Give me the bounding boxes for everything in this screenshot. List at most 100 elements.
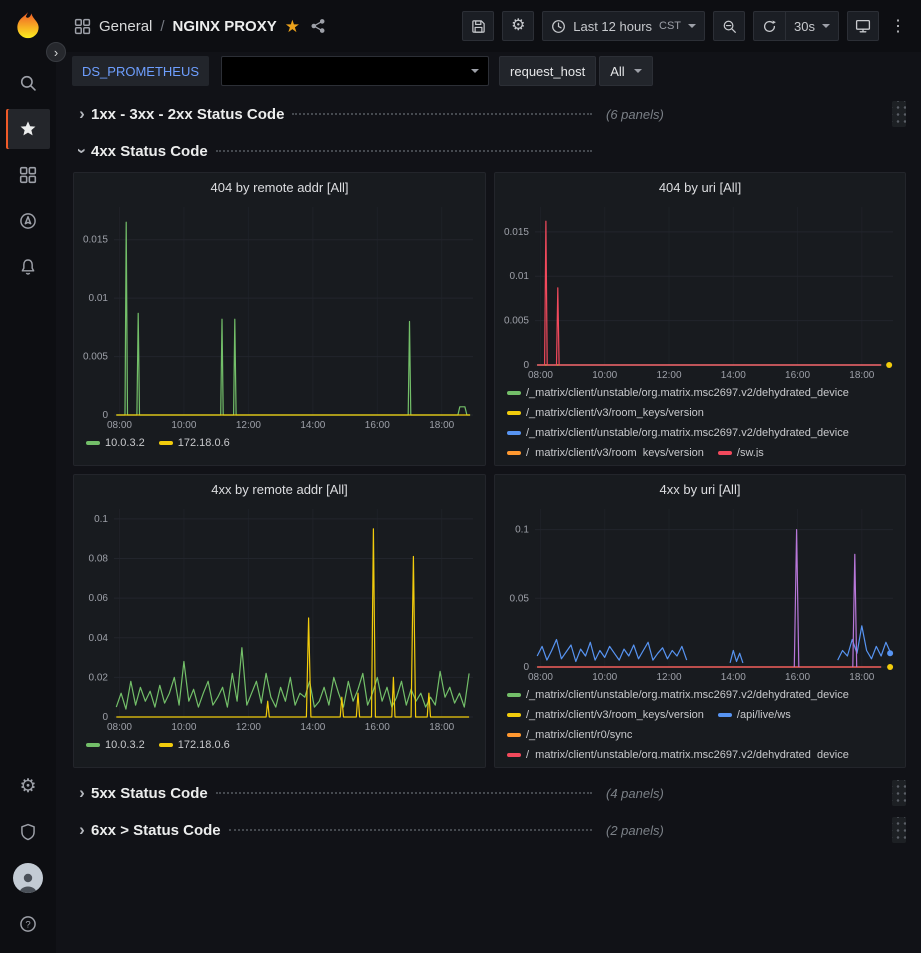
legend-item[interactable]: /_matrix/client/unstable/org.matrix.msc2… <box>507 383 849 403</box>
panel-title[interactable]: 4xx by remote addr [All] <box>78 475 481 503</box>
sidebar-item-starred[interactable] <box>6 109 50 149</box>
panel-title[interactable]: 404 by remote addr [All] <box>78 173 481 201</box>
legend-label: /_matrix/client/v3/room_keys/version <box>526 705 704 725</box>
sidebar-item-search[interactable] <box>6 63 50 103</box>
share-icon[interactable] <box>310 18 326 34</box>
sidebar-item-settings[interactable]: ⚙ <box>6 766 50 806</box>
legend-label: /_matrix/client/unstable/org.matrix.msc2… <box>526 383 849 403</box>
dashboard-title[interactable]: NGINX PROXY <box>173 18 277 35</box>
svg-text:08:00: 08:00 <box>107 722 132 733</box>
svg-text:0: 0 <box>102 410 108 421</box>
svg-text:14:00: 14:00 <box>300 722 325 733</box>
timezone-label: CST <box>659 20 681 32</box>
legend-item[interactable]: /_matrix/client/unstable/org.matrix.msc2… <box>507 745 849 759</box>
dashboard-body: › 1xx - 3xx - 2xx Status Code (6 panels)… <box>56 90 921 953</box>
zoom-out-button[interactable] <box>713 11 745 41</box>
svg-text:10:00: 10:00 <box>592 672 617 683</box>
panel-title[interactable]: 4xx by uri [All] <box>499 475 901 503</box>
panel-legend: /_matrix/client/unstable/org.matrix.msc2… <box>499 683 901 759</box>
save-icon <box>471 19 486 34</box>
dotted-leader <box>216 150 592 152</box>
request-host-value-select[interactable]: All <box>599 56 652 86</box>
refresh-interval-label: 30s <box>794 19 815 34</box>
legend-item[interactable]: /_matrix/client/unstable/org.matrix.msc2… <box>507 423 849 443</box>
row-panel-count: (2 panels) <box>606 823 664 838</box>
sidebar-item-dashboards[interactable] <box>6 155 50 195</box>
svg-text:?: ? <box>25 919 30 930</box>
sidebar-item-alerting[interactable] <box>6 247 50 287</box>
legend-item[interactable]: 10.0.3.2 <box>86 433 145 453</box>
tv-mode-button[interactable] <box>847 11 879 41</box>
refresh-interval-picker[interactable]: 30s <box>785 11 839 41</box>
panel-404-by-uri: 404 by uri [All] 08:0010:0012:0014:0016:… <box>494 172 906 466</box>
chart-404-by-uri[interactable]: 08:0010:0012:0014:0016:0018:0000.0050.01… <box>499 201 901 381</box>
grafana-logo[interactable] <box>11 10 45 44</box>
sidebar-item-profile[interactable] <box>6 858 50 898</box>
legend-item[interactable]: /_matrix/client/r0/sync <box>507 725 632 745</box>
legend-item[interactable]: /_matrix/client/v3/room_keys/version <box>507 403 704 423</box>
legend-item[interactable]: /_matrix/client/unstable/org.matrix.msc2… <box>507 685 849 705</box>
legend-item[interactable]: /_matrix/client/v3/room_keys/version <box>507 443 704 457</box>
breadcrumb-folder[interactable]: General <box>99 18 152 35</box>
svg-text:10:00: 10:00 <box>592 370 617 381</box>
avatar <box>13 863 43 893</box>
request-host-label[interactable]: request_host <box>499 56 596 86</box>
svg-text:0: 0 <box>102 712 108 723</box>
legend-color-chip <box>507 431 521 435</box>
dashboard-squares-icon <box>74 18 91 35</box>
legend-item[interactable]: /sw.js <box>718 443 764 457</box>
zoom-out-icon <box>722 19 737 34</box>
legend-label: /_matrix/client/unstable/org.matrix.msc2… <box>526 685 849 705</box>
svg-text:0.08: 0.08 <box>89 554 109 565</box>
legend-label: /_matrix/client/r0/sync <box>526 725 632 745</box>
refresh-button[interactable] <box>753 11 785 41</box>
row-drag-handle[interactable] <box>892 817 906 843</box>
datasource-variable-value[interactable] <box>221 56 489 86</box>
panels-grid: 404 by remote addr [All] 08:0010:0012:00… <box>73 172 906 768</box>
svg-text:10:00: 10:00 <box>171 420 196 431</box>
svg-text:0.1: 0.1 <box>515 525 529 536</box>
sidebar-collapse-button[interactable]: › <box>46 42 66 62</box>
main-area: General / NGINX PROXY ★ ⚙ Last 12 hours … <box>56 0 921 953</box>
row-6xx[interactable]: › 6xx > Status Code (2 panels) <box>73 815 906 845</box>
legend-color-chip <box>507 733 521 737</box>
svg-text:0.02: 0.02 <box>89 672 109 683</box>
row-4xx[interactable]: › 4xx Status Code <box>73 136 906 166</box>
sidebar-item-server-admin[interactable] <box>6 812 50 852</box>
legend-color-chip <box>86 743 100 747</box>
save-dashboard-button[interactable] <box>462 11 494 41</box>
time-range-picker[interactable]: Last 12 hours CST <box>542 11 705 41</box>
svg-text:12:00: 12:00 <box>236 722 261 733</box>
svg-text:08:00: 08:00 <box>528 370 553 381</box>
legend-label: 10.0.3.2 <box>105 735 145 755</box>
dashboard-settings-button[interactable]: ⚙ <box>502 11 534 41</box>
datasource-variable-label[interactable]: DS_PROMETHEUS <box>72 56 209 86</box>
legend-color-chip <box>86 441 100 445</box>
legend-item[interactable]: 172.18.0.6 <box>159 433 230 453</box>
row-title-wrap: 5xx Status Code <box>91 785 596 802</box>
user-silhouette-icon <box>16 869 40 893</box>
refresh-icon <box>762 19 777 34</box>
bell-icon <box>19 258 37 276</box>
legend-item[interactable]: /_matrix/client/v3/room_keys/version <box>507 705 704 725</box>
row-drag-handle[interactable] <box>892 101 906 127</box>
svg-text:0.1: 0.1 <box>94 514 108 525</box>
legend-item[interactable]: 10.0.3.2 <box>86 735 145 755</box>
sidebar-item-help[interactable]: ? <box>6 904 50 944</box>
row-1xx-3xx-2xx[interactable]: › 1xx - 3xx - 2xx Status Code (6 panels) <box>73 99 906 129</box>
chart-4xx-by-remote-addr[interactable]: 08:0010:0012:0014:0016:0018:0000.020.040… <box>78 503 481 733</box>
legend-item[interactable]: /api/live/ws <box>718 705 791 725</box>
row-5xx[interactable]: › 5xx Status Code (4 panels) <box>73 778 906 808</box>
favorite-star-icon[interactable]: ★ <box>285 18 300 35</box>
legend-label: 172.18.0.6 <box>178 433 230 453</box>
more-options-button[interactable]: ⋮ <box>887 11 909 41</box>
row-drag-handle[interactable] <box>892 780 906 806</box>
row-title: 6xx > Status Code <box>91 822 221 839</box>
sidebar-item-explore[interactable] <box>6 201 50 241</box>
legend-item[interactable]: 172.18.0.6 <box>159 735 230 755</box>
row-title-wrap: 4xx Status Code <box>91 143 596 160</box>
chart-404-by-remote-addr[interactable]: 08:0010:0012:0014:0016:0018:0000.0050.01… <box>78 201 481 431</box>
panel-title[interactable]: 404 by uri [All] <box>499 173 901 201</box>
svg-text:14:00: 14:00 <box>721 672 746 683</box>
chart-4xx-by-uri[interactable]: 08:0010:0012:0014:0016:0018:0000.050.1 <box>499 503 901 683</box>
